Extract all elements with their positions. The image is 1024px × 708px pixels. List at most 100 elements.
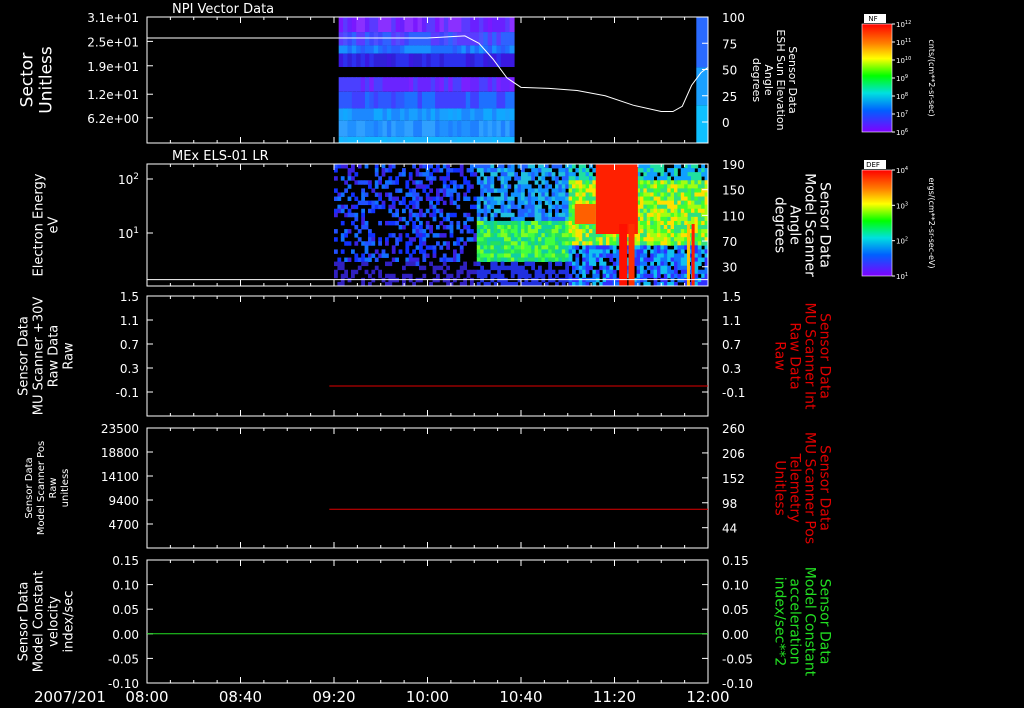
els-cell bbox=[517, 192, 522, 197]
els-cell bbox=[657, 180, 661, 185]
els-cell bbox=[371, 204, 376, 210]
els-cell bbox=[347, 168, 352, 173]
els-cell bbox=[575, 180, 580, 185]
els-cell bbox=[507, 196, 512, 201]
els-cell bbox=[677, 188, 682, 193]
els-cell bbox=[493, 225, 498, 230]
els-cell bbox=[436, 164, 440, 169]
els-cell bbox=[459, 172, 464, 177]
els-cell bbox=[636, 269, 641, 275]
els-cell bbox=[643, 277, 648, 283]
els-cell bbox=[660, 253, 665, 258]
els-cell bbox=[572, 237, 576, 242]
els-cell bbox=[344, 273, 348, 279]
els-cell bbox=[429, 200, 433, 206]
els-cell bbox=[456, 204, 461, 210]
els-cell bbox=[490, 216, 495, 222]
els-cell bbox=[446, 172, 450, 177]
els-cell bbox=[514, 192, 518, 197]
els-cell bbox=[684, 200, 688, 206]
els-cell bbox=[565, 269, 569, 275]
els-cell bbox=[476, 196, 481, 201]
els-cell bbox=[565, 273, 569, 279]
els-cell bbox=[436, 277, 440, 283]
els-cell bbox=[592, 241, 597, 246]
els-cell bbox=[538, 200, 542, 206]
els-cell bbox=[364, 269, 369, 275]
nf-colorbar: NF101210111010109108107106cnts/(cm**2-sr… bbox=[861, 14, 936, 137]
els-cell bbox=[500, 225, 505, 230]
right-y-tick-label: 44 bbox=[722, 522, 737, 536]
els-cell bbox=[391, 249, 396, 254]
colorbar-scale bbox=[861, 169, 893, 277]
els-cell bbox=[395, 212, 399, 218]
els-cell bbox=[660, 172, 665, 177]
els-cell bbox=[674, 273, 678, 279]
els-cell bbox=[425, 184, 430, 189]
els-cell bbox=[473, 233, 478, 238]
npi-cell bbox=[360, 45, 366, 54]
els-cell bbox=[466, 216, 471, 222]
els-cell bbox=[568, 237, 573, 242]
npi-cell bbox=[505, 45, 511, 54]
els-cell bbox=[636, 277, 641, 283]
els-cell bbox=[674, 192, 678, 197]
els-cell bbox=[578, 229, 583, 234]
els-cell bbox=[476, 241, 481, 246]
els-cell bbox=[568, 208, 573, 214]
els-cell bbox=[643, 249, 648, 254]
els-cell bbox=[701, 200, 705, 206]
npi-cell bbox=[373, 136, 379, 143]
els-cell bbox=[476, 245, 481, 250]
els-cell bbox=[514, 261, 518, 267]
els-cell bbox=[578, 241, 583, 246]
els-cell bbox=[351, 269, 355, 275]
els-cell bbox=[408, 241, 413, 246]
els-cell bbox=[517, 208, 522, 214]
els-cell bbox=[340, 208, 345, 214]
els-cell bbox=[660, 261, 665, 267]
els-cell bbox=[449, 257, 454, 262]
els-cell bbox=[646, 192, 651, 197]
els-cell bbox=[385, 237, 389, 242]
els-cell bbox=[504, 229, 508, 234]
els-cell bbox=[565, 192, 569, 197]
els-cell bbox=[476, 180, 481, 185]
els-cell bbox=[701, 229, 705, 234]
npi-cell bbox=[417, 91, 423, 109]
els-cell bbox=[534, 220, 539, 226]
els-cell bbox=[476, 237, 481, 242]
npi-cell bbox=[421, 91, 427, 109]
els-cell bbox=[565, 208, 569, 214]
els-cell bbox=[476, 269, 481, 275]
els-cell bbox=[578, 180, 583, 185]
els-cell bbox=[442, 200, 447, 206]
npi-cell bbox=[439, 108, 445, 121]
els-cell bbox=[575, 196, 580, 201]
right-y-tick-label: 98 bbox=[722, 497, 737, 511]
els-cell bbox=[680, 184, 685, 189]
els-cell bbox=[541, 237, 546, 242]
npi-cell bbox=[483, 77, 489, 92]
els-cell bbox=[674, 172, 678, 177]
els-cell bbox=[517, 229, 522, 234]
els-cell bbox=[514, 176, 518, 181]
els-cell bbox=[677, 233, 682, 238]
els-cell bbox=[466, 188, 471, 193]
els-cell bbox=[385, 220, 389, 226]
npi-cell bbox=[448, 77, 454, 92]
els-cell bbox=[419, 245, 423, 250]
els-cell bbox=[653, 172, 658, 177]
els-cell bbox=[436, 200, 440, 206]
els-cell bbox=[599, 265, 603, 271]
npi-cell bbox=[343, 120, 349, 137]
els-cell bbox=[521, 192, 525, 197]
els-cell bbox=[687, 168, 692, 173]
els-cell bbox=[670, 216, 675, 222]
npi-cell bbox=[470, 53, 476, 67]
els-cell bbox=[439, 212, 444, 218]
y-tick-label: 2.5e+01 bbox=[87, 35, 139, 49]
els-cell bbox=[667, 241, 671, 246]
els-cell bbox=[388, 233, 393, 238]
x-tick-label: 08:40 bbox=[219, 688, 262, 706]
